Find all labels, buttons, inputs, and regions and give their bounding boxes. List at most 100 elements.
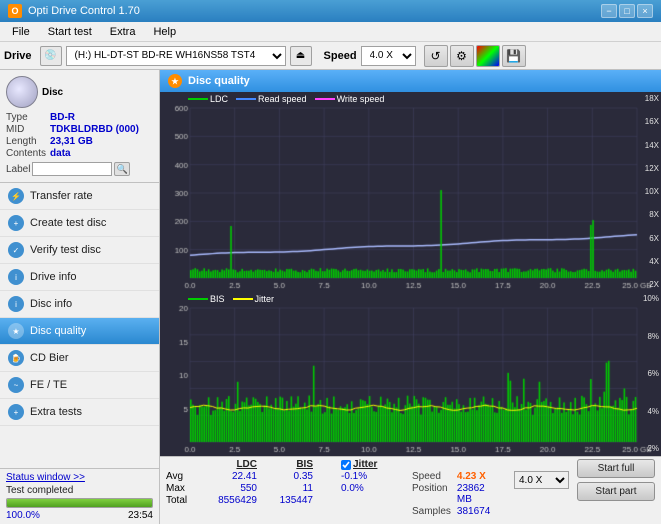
mid-value: TDKBLDRBD (000) bbox=[50, 124, 153, 135]
length-label: Length bbox=[6, 136, 46, 147]
length-value: 23,31 GB bbox=[50, 136, 153, 147]
extra-tests-icon: + bbox=[8, 404, 24, 420]
status-bar: Status window >> Test completed 100.0% 2… bbox=[0, 468, 159, 524]
transfer-rate-icon: ⚡ bbox=[8, 188, 24, 204]
time-label: 23:54 bbox=[128, 510, 153, 521]
nav-cd-bier-label: CD Bier bbox=[30, 352, 69, 364]
menu-extra[interactable]: Extra bbox=[102, 24, 144, 40]
main-layout: Disc Type BD-R MID TDKBLDRBD (000) Lengt… bbox=[0, 70, 661, 524]
nav-create-test-disc-label: Create test disc bbox=[30, 217, 106, 229]
menu-bar: File Start test Extra Help bbox=[0, 22, 661, 42]
chart2-y-axis-right: 10%8%6%4%2% bbox=[639, 292, 659, 455]
chart1-canvas bbox=[160, 92, 661, 292]
minimize-button[interactable]: − bbox=[601, 4, 617, 18]
save-button[interactable]: 💾 bbox=[502, 45, 526, 67]
nav-extra-tests-label: Extra tests bbox=[30, 406, 82, 418]
disc-quality-icon: ★ bbox=[8, 323, 24, 339]
color-button[interactable] bbox=[476, 45, 500, 67]
close-button[interactable]: × bbox=[637, 4, 653, 18]
progress-fill bbox=[7, 499, 152, 507]
menu-file[interactable]: File bbox=[4, 24, 38, 40]
avg-bis: 0.35 bbox=[261, 471, 313, 482]
start-buttons: Start full Start part bbox=[577, 459, 655, 501]
menu-help[interactable]: Help bbox=[145, 24, 184, 40]
col-ldc: LDC bbox=[205, 459, 257, 470]
type-value: BD-R bbox=[50, 112, 153, 123]
nav-disc-info[interactable]: i Disc info bbox=[0, 291, 159, 318]
label-input[interactable] bbox=[32, 162, 112, 176]
chart1-container: LDC Read speed Write speed 18X16X14X12X1… bbox=[160, 92, 661, 292]
nav-drive-info-label: Drive info bbox=[30, 271, 76, 283]
chart1-legend: LDC Read speed Write speed bbox=[188, 94, 384, 104]
disc-icon bbox=[6, 76, 38, 108]
chart2-canvas bbox=[160, 292, 661, 456]
nav-fe-te[interactable]: ~ FE / TE bbox=[0, 372, 159, 399]
sidebar: Disc Type BD-R MID TDKBLDRBD (000) Lengt… bbox=[0, 70, 160, 524]
jitter-checkbox[interactable]: Jitter bbox=[341, 459, 396, 470]
position-val: 23862 MB bbox=[457, 483, 502, 505]
mid-label: MID bbox=[6, 124, 46, 135]
avg-ldc: 22.41 bbox=[205, 471, 257, 482]
speed-selector[interactable]: 4.0 X bbox=[514, 471, 569, 489]
content-area: ★ Disc quality LDC Read speed bbox=[160, 70, 661, 524]
nav-transfer-rate-label: Transfer rate bbox=[30, 190, 93, 202]
avg-label: Avg bbox=[166, 471, 201, 482]
nav-drive-info[interactable]: i Drive info bbox=[0, 264, 159, 291]
position-key: Position bbox=[412, 483, 451, 505]
fe-te-icon: ~ bbox=[8, 377, 24, 393]
cd-bier-icon: 🍺 bbox=[8, 350, 24, 366]
disc-panel: Disc Type BD-R MID TDKBLDRBD (000) Lengt… bbox=[0, 70, 159, 183]
app-title: Opti Drive Control 1.70 bbox=[28, 5, 140, 17]
jitter-label: Jitter bbox=[353, 459, 377, 470]
app-icon: O bbox=[8, 4, 22, 18]
drive-select[interactable]: (H:) HL-DT-ST BD-RE WH16NS58 TST4 bbox=[66, 46, 286, 66]
total-ldc: 8556429 bbox=[205, 495, 257, 506]
nav-verify-test-disc[interactable]: ✓ Verify test disc bbox=[0, 237, 159, 264]
col-bis: BIS bbox=[261, 459, 313, 470]
nav-verify-test-disc-label: Verify test disc bbox=[30, 244, 101, 256]
max-ldc: 550 bbox=[205, 483, 257, 494]
status-window-button[interactable]: Status window >> bbox=[6, 472, 153, 483]
max-label: Max bbox=[166, 483, 201, 494]
disc-info-icon: i bbox=[8, 296, 24, 312]
nav-disc-info-label: Disc info bbox=[30, 298, 72, 310]
maximize-button[interactable]: □ bbox=[619, 4, 635, 18]
start-full-button[interactable]: Start full bbox=[577, 459, 655, 478]
start-part-button[interactable]: Start part bbox=[577, 482, 655, 501]
legend-jitter: Jitter bbox=[255, 294, 275, 304]
total-bis: 135447 bbox=[261, 495, 313, 506]
refresh-button[interactable]: ↺ bbox=[424, 45, 448, 67]
menu-start-test[interactable]: Start test bbox=[40, 24, 100, 40]
progress-label: 100.0% bbox=[6, 510, 40, 521]
disc-quality-title: Disc quality bbox=[188, 75, 250, 87]
verify-test-disc-icon: ✓ bbox=[8, 242, 24, 258]
speed-info: Speed 4.23 X Position 23862 MB Samples 3… bbox=[412, 471, 502, 517]
status-text: Test completed bbox=[6, 485, 153, 496]
nav-extra-tests[interactable]: + Extra tests bbox=[0, 399, 159, 426]
chart2-legend: BIS Jitter bbox=[188, 294, 274, 304]
col-empty bbox=[166, 459, 201, 470]
nav-cd-bier[interactable]: 🍺 CD Bier bbox=[0, 345, 159, 372]
samples-val: 381674 bbox=[457, 506, 502, 517]
total-label: Total bbox=[166, 495, 201, 506]
nav-disc-quality[interactable]: ★ Disc quality bbox=[0, 318, 159, 345]
nav-create-test-disc[interactable]: + Create test disc bbox=[0, 210, 159, 237]
contents-label: Contents bbox=[6, 148, 46, 159]
speed-select[interactable]: 4.0 X 1.0 X 2.0 X 6.0 X 8.0 X bbox=[361, 46, 416, 66]
legend-read-speed: Read speed bbox=[258, 94, 307, 104]
drive-type-icon: 💿 bbox=[40, 46, 62, 66]
max-bis: 11 bbox=[261, 483, 313, 494]
progress-bar bbox=[6, 498, 153, 508]
charts-area: LDC Read speed Write speed 18X16X14X12X1… bbox=[160, 92, 661, 456]
nav-transfer-rate[interactable]: ⚡ Transfer rate bbox=[0, 183, 159, 210]
samples-key: Samples bbox=[412, 506, 451, 517]
disc-quality-header-icon: ★ bbox=[168, 74, 182, 88]
settings-button[interactable]: ⚙ bbox=[450, 45, 474, 67]
jitter-check[interactable] bbox=[341, 460, 351, 470]
label-label: Label bbox=[6, 164, 30, 175]
drive-label: Drive bbox=[4, 50, 32, 62]
title-bar: O Opti Drive Control 1.70 − □ × bbox=[0, 0, 661, 22]
label-search-button[interactable]: 🔍 bbox=[114, 162, 130, 176]
chart2-container: BIS Jitter 10%8%6%4%2% bbox=[160, 292, 661, 456]
eject-button[interactable]: ⏏ bbox=[290, 46, 312, 66]
